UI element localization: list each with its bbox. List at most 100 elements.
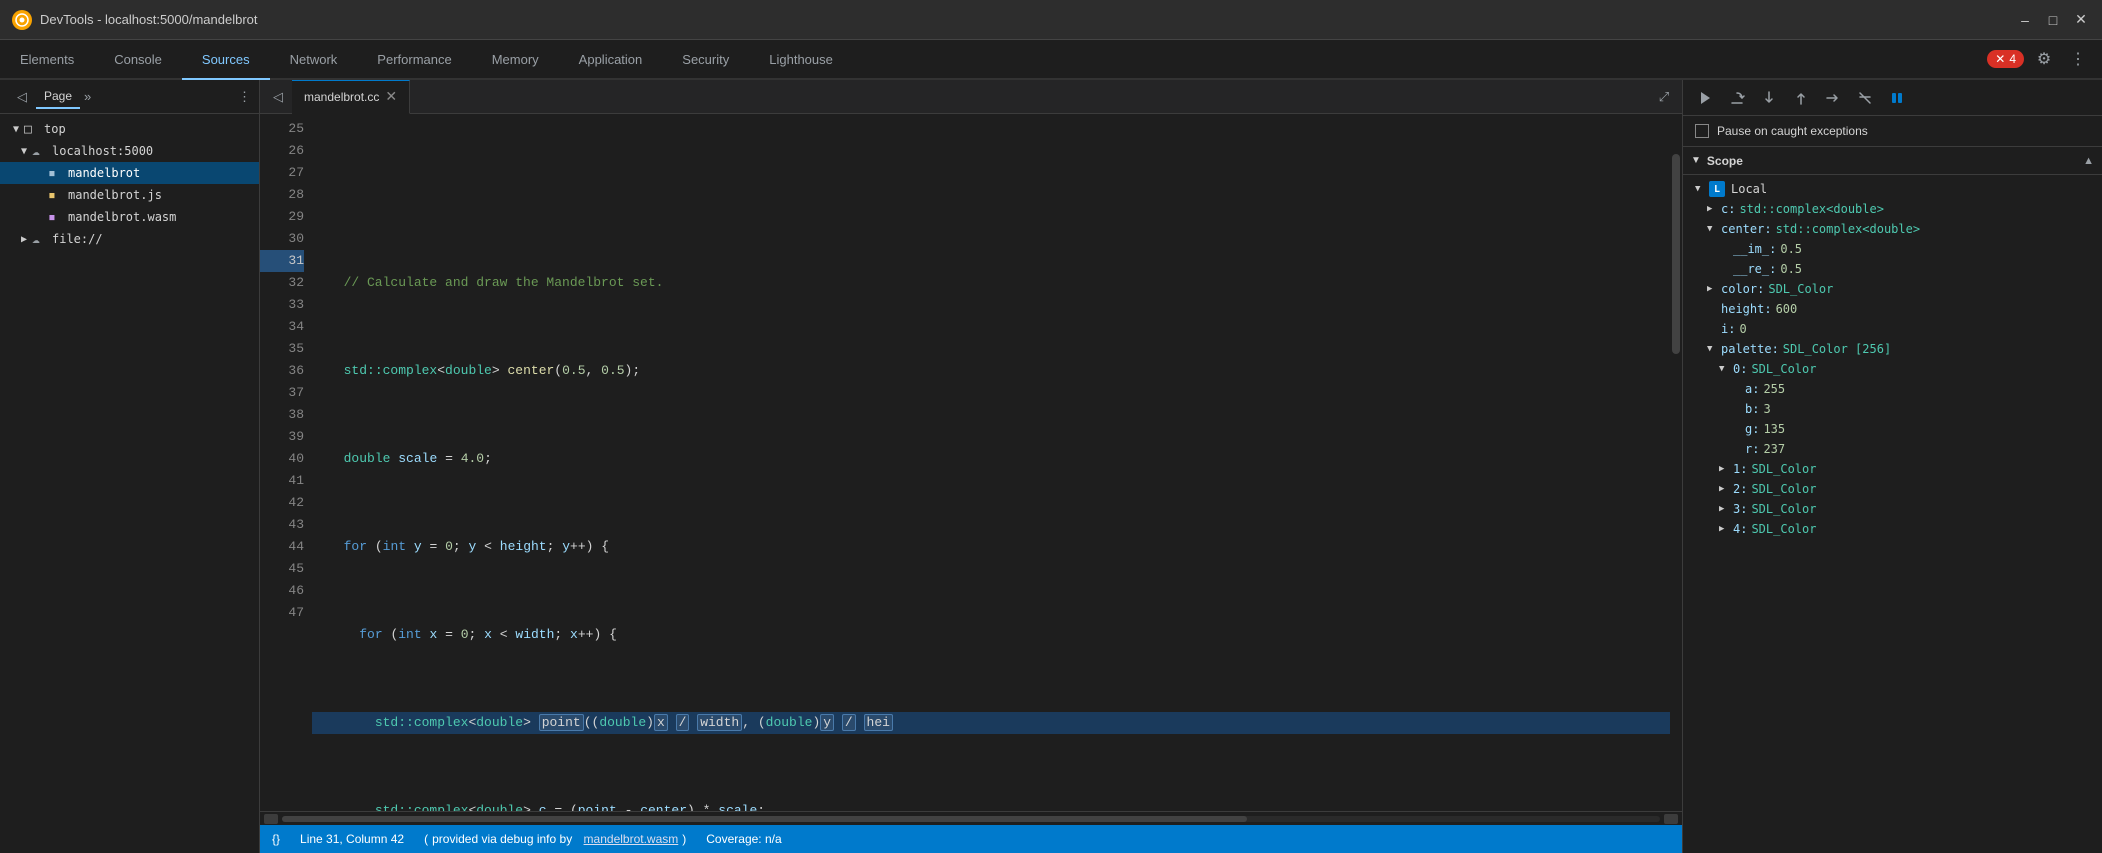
scope-i[interactable]: ▶ i: 0: [1683, 319, 2102, 339]
tree-item-mandelbrot-js[interactable]: ▶ ▪ mandelbrot.js: [0, 184, 259, 206]
tab-network[interactable]: Network: [270, 40, 358, 80]
editor-tab-close[interactable]: ✕: [385, 88, 397, 105]
scope-palette-0-b[interactable]: ▶ b: 3: [1683, 399, 2102, 419]
file-panel-tabs: ◁ Page » ⋮: [0, 80, 259, 114]
footer-position[interactable]: Line 31, Column 42: [300, 832, 404, 846]
step-button[interactable]: [1819, 84, 1847, 112]
step-over-button[interactable]: [1723, 84, 1751, 112]
scope-color[interactable]: ▶ color: SDL_Color: [1683, 279, 2102, 299]
step-out-button[interactable]: [1787, 84, 1815, 112]
tree-item-file[interactable]: ▶ ☁ file://: [0, 228, 259, 250]
scope-palette-4[interactable]: ▶ 4: SDL_Color: [1683, 519, 2102, 539]
deactivate-button[interactable]: [1851, 84, 1879, 112]
code-line-31: std::complex<double> point((double)x / w…: [312, 712, 1670, 734]
window-title: DevTools - localhost:5000/mandelbrot: [40, 12, 2016, 27]
resume-button[interactable]: [1691, 84, 1719, 112]
tab-memory[interactable]: Memory: [472, 40, 559, 80]
scope-section-header[interactable]: ▼ Scope ▲: [1683, 147, 2102, 175]
arrow-file: ▶: [16, 234, 32, 245]
hscroll-right[interactable]: [1664, 814, 1678, 824]
tab-performance[interactable]: Performance: [357, 40, 471, 80]
scope-height[interactable]: ▶ height: 600: [1683, 299, 2102, 319]
code-line-29: for (int y = 0; y < height; y++) {: [312, 536, 1670, 558]
panel-nav-back[interactable]: ◁: [8, 83, 36, 111]
tree-item-mandelbrot-wasm[interactable]: ▶ ▪ mandelbrot.wasm: [0, 206, 259, 228]
hscroll-left[interactable]: [264, 814, 278, 824]
devtools-logo: [12, 10, 32, 30]
file-icon-mandelbrot-js: ▪: [48, 188, 64, 203]
panel-tab-page[interactable]: Page: [36, 85, 80, 109]
step-into-button[interactable]: [1755, 84, 1783, 112]
maximize-button[interactable]: □: [2044, 11, 2062, 29]
code-area[interactable]: 25 26 27 28 29 30 31 32 33 34 35 36 37 3…: [260, 114, 1682, 811]
tab-lighthouse[interactable]: Lighthouse: [749, 40, 853, 80]
code-line-30: for (int x = 0; x < width; x++) {: [312, 624, 1670, 646]
editor-nav-back[interactable]: ◁: [264, 83, 292, 111]
pause-exceptions-checkbox[interactable]: [1695, 124, 1709, 138]
cloud-icon-localhost: ☁: [32, 144, 48, 159]
scope-center-re[interactable]: ▶ __re_: 0.5: [1683, 259, 2102, 279]
more-button[interactable]: ⋮: [2064, 45, 2092, 73]
scope-center-im[interactable]: ▶ __im_: 0.5: [1683, 239, 2102, 259]
debug-panel: Pause on caught exceptions ▼ Scope ▲ ▼ L…: [1682, 80, 2102, 853]
scrollbar-thumb[interactable]: [1672, 154, 1680, 354]
scope-center[interactable]: ▼ center: std::complex<double>: [1683, 219, 2102, 239]
editor-panel: ◁ mandelbrot.cc ✕ ⤢ 25 26 27 28 29 30 31…: [260, 80, 1682, 853]
footer-format[interactable]: {}: [272, 832, 280, 846]
tab-elements[interactable]: Elements: [0, 40, 94, 80]
tree-item-localhost[interactable]: ▼ ☁ localhost:5000: [0, 140, 259, 162]
scope-tree: ▼ L Local ▶ c: std::complex<double> ▼ ce…: [1683, 175, 2102, 543]
editor-footer: {} Line 31, Column 42 ( provided via deb…: [260, 825, 1682, 853]
scope-local-label: Local: [1731, 182, 1767, 196]
settings-button[interactable]: ⚙: [2030, 45, 2058, 73]
footer-source-info: ( provided via debug info by mandelbrot.…: [424, 832, 686, 846]
scope-collapse[interactable]: ▲: [2083, 155, 2094, 167]
hscroll-thumb[interactable]: [282, 816, 1247, 822]
code-content[interactable]: // Calculate and draw the Mandelbrot set…: [312, 114, 1670, 811]
editor-tab-mandelbrot[interactable]: mandelbrot.cc ✕: [292, 80, 410, 114]
scope-palette-0-g[interactable]: ▶ g: 135: [1683, 419, 2102, 439]
panel-tab-more[interactable]: »: [84, 89, 91, 104]
arrow-localhost: ▼: [16, 146, 32, 157]
horizontal-scrollbar[interactable]: [282, 816, 1660, 822]
code-line-25: [312, 184, 1670, 206]
scope-palette-0-r[interactable]: ▶ r: 237: [1683, 439, 2102, 459]
file-panel: ◁ Page » ⋮ ▼ □ top ▼ ☁ localhost:5000 ▶: [0, 80, 260, 853]
file-tree: ▼ □ top ▼ ☁ localhost:5000 ▶ ▪ mandelbro…: [0, 114, 259, 853]
tab-sources[interactable]: Sources: [182, 40, 270, 80]
editor-tabs: ◁ mandelbrot.cc ✕ ⤢: [260, 80, 1682, 114]
tree-item-top[interactable]: ▼ □ top: [0, 118, 259, 140]
scope-local-header[interactable]: ▼ L Local: [1683, 179, 2102, 199]
vertical-scrollbar[interactable]: [1670, 114, 1682, 811]
code-line-32: std::complex<double> c = (point - center…: [312, 800, 1670, 811]
panel-tab-menu[interactable]: ⋮: [238, 89, 251, 105]
footer-source-link[interactable]: mandelbrot.wasm: [584, 832, 679, 846]
editor-tab-label: mandelbrot.cc: [304, 90, 379, 104]
scope-palette-1[interactable]: ▶ 1: SDL_Color: [1683, 459, 2102, 479]
debug-toolbar: [1683, 80, 2102, 116]
editor-expand-btn[interactable]: ⤢: [1650, 83, 1678, 111]
close-button[interactable]: ✕: [2072, 11, 2090, 29]
scope-title: Scope: [1707, 154, 1743, 168]
error-badge[interactable]: ✕ 4: [1987, 50, 2024, 68]
code-line-26: // Calculate and draw the Mandelbrot set…: [312, 272, 1670, 294]
tree-item-mandelbrot[interactable]: ▶ ▪ mandelbrot: [0, 162, 259, 184]
scope-local-arrow: ▼: [1695, 184, 1709, 194]
scope-palette-0[interactable]: ▼ 0: SDL_Color: [1683, 359, 2102, 379]
footer-provided-text: provided via debug info by: [432, 832, 572, 846]
scope-palette-3[interactable]: ▶ 3: SDL_Color: [1683, 499, 2102, 519]
tab-application[interactable]: Application: [559, 40, 663, 80]
scope-palette-2[interactable]: ▶ 2: SDL_Color: [1683, 479, 2102, 499]
title-bar: DevTools - localhost:5000/mandelbrot – □…: [0, 0, 2102, 40]
tab-console[interactable]: Console: [94, 40, 182, 80]
scope-palette[interactable]: ▼ palette: SDL_Color [256]: [1683, 339, 2102, 359]
error-count: 4: [2009, 52, 2016, 66]
footer-close-paren: ): [682, 832, 686, 846]
footer-coverage[interactable]: Coverage: n/a: [706, 832, 781, 846]
pause-button[interactable]: [1883, 84, 1911, 112]
scope-c[interactable]: ▶ c: std::complex<double>: [1683, 199, 2102, 219]
tab-security[interactable]: Security: [662, 40, 749, 80]
code-line-27: std::complex<double> center(0.5, 0.5);: [312, 360, 1670, 382]
minimize-button[interactable]: –: [2016, 11, 2034, 29]
scope-palette-0-a[interactable]: ▶ a: 255: [1683, 379, 2102, 399]
